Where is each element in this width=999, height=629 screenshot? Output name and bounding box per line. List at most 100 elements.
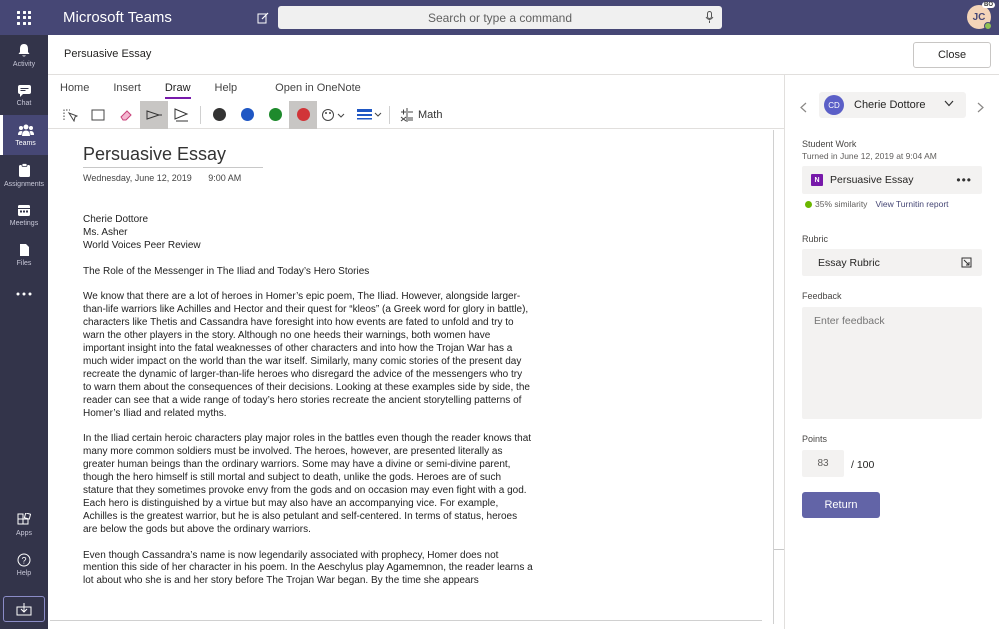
student-work-label: Student Work (802, 139, 857, 149)
student-selector[interactable]: CD Cherie Dottore (819, 92, 966, 118)
essay-title: The Role of the Messenger in The Iliad a… (83, 265, 370, 277)
essay-paragraph: Even though Cassandra’s name is now lege… (83, 549, 533, 587)
essay-paragraph: In the Iliad certain heroic characters p… (83, 433, 532, 535)
previous-student-icon[interactable] (800, 102, 807, 113)
points-label: Points (802, 434, 828, 444)
tab-home[interactable]: Home (48, 75, 101, 101)
essay-body[interactable]: Cherie Dottore Ms. Asher World Voices Pe… (83, 214, 533, 601)
search-placeholder: Search or type a command (427, 10, 573, 25)
chat-icon (17, 84, 31, 97)
scrollbar-thumb[interactable] (774, 130, 784, 550)
page-date: Wednesday, June 12, 2019 9:00 AM (83, 173, 255, 183)
color-swatch-green[interactable] (261, 101, 289, 129)
waffle-icon (17, 10, 31, 25)
microphone-icon[interactable] (705, 11, 714, 24)
color-swatch-black[interactable] (205, 101, 233, 129)
pen-tool-button[interactable] (140, 100, 168, 129)
turned-in-timestamp: Turned in June 12, 2019 at 9:04 AM (802, 151, 937, 161)
eraser-icon (120, 109, 132, 120)
rail-item-help[interactable]: ? Help (0, 545, 48, 585)
apps-icon (17, 513, 31, 525)
compose-icon (257, 12, 269, 23)
color-wheel-dropdown[interactable] (317, 101, 349, 129)
lasso-select-button[interactable] (84, 101, 112, 129)
compose-button[interactable] (248, 12, 278, 24)
tab-draw[interactable]: Draw (153, 75, 203, 101)
toolbar-separator (200, 105, 201, 124)
line-thickness-icon (357, 108, 382, 119)
color-dot (240, 108, 254, 121)
rail-label: Files (16, 260, 32, 267)
rubric-card[interactable]: Essay Rubric (802, 249, 982, 276)
points-max: / 100 (851, 459, 875, 471)
expand-icon[interactable] (961, 257, 972, 268)
chevron-down-icon (944, 100, 954, 107)
rail-item-files[interactable]: Files (0, 235, 48, 275)
highlighter-tool-button[interactable] (168, 101, 196, 129)
bell-icon (18, 43, 30, 56)
rail-item-assignments[interactable]: Assignments (0, 155, 48, 195)
color-dot (268, 108, 282, 121)
thickness-dropdown[interactable] (353, 101, 385, 129)
search-box[interactable]: Search or type a command (278, 6, 722, 29)
app-launcher-button[interactable] (0, 0, 48, 35)
user-initials: JC (972, 11, 986, 23)
user-badge: BO (982, 2, 995, 8)
page-date-value: Wednesday, June 12, 2019 (83, 173, 192, 183)
eraser-button[interactable] (112, 101, 140, 129)
rail-label: Meetings (9, 219, 39, 227)
close-button[interactable]: Close (913, 42, 991, 68)
help-icon: ? (17, 553, 31, 567)
next-student-icon[interactable] (977, 102, 984, 113)
more-icon (16, 292, 32, 295)
assignment-header: Persuasive Essay Close (48, 35, 999, 75)
rail-item-chat[interactable]: Chat (0, 75, 48, 115)
download-app-button[interactable] (3, 596, 45, 622)
submitted-file-card[interactable]: N Persuasive Essay ••• (802, 166, 982, 194)
header-title: Persuasive Essay (64, 48, 152, 60)
math-label: Math (418, 108, 443, 121)
file-icon (19, 244, 29, 256)
feedback-input[interactable] (814, 315, 964, 327)
presence-status-icon (984, 22, 992, 30)
more-apps-button[interactable] (0, 275, 48, 315)
tab-help[interactable]: Help (203, 75, 250, 101)
return-button[interactable]: Return (802, 492, 880, 518)
draw-toolbar: Math (48, 100, 785, 129)
rail-item-meetings[interactable]: Meetings (0, 195, 48, 235)
page-title[interactable]: Persuasive Essay (83, 144, 263, 168)
grading-panel: CD Cherie Dottore Student Work Turned in… (785, 75, 999, 629)
open-in-onenote-link[interactable]: Open in OneNote (263, 75, 373, 101)
user-avatar[interactable]: JC BO (967, 2, 995, 30)
page-time-value: 9:00 AM (208, 173, 242, 183)
turnitin-report-link[interactable]: View Turnitin report (875, 199, 948, 209)
more-options-icon[interactable]: ••• (956, 173, 972, 187)
onenote-icon: N (811, 174, 823, 186)
svg-text:?: ? (21, 556, 26, 566)
color-swatch-red[interactable] (289, 100, 317, 129)
rail-item-teams[interactable]: Teams (0, 115, 48, 155)
type-select-icon (63, 109, 78, 122)
toolbar-separator (389, 105, 390, 124)
points-input[interactable]: 83 (802, 450, 844, 477)
math-icon (400, 107, 413, 122)
color-wheel-icon (322, 108, 345, 121)
teams-icon (17, 124, 34, 136)
rail-item-apps[interactable]: Apps (0, 505, 48, 545)
tab-insert[interactable]: Insert (101, 75, 153, 101)
highlighter-icon (174, 107, 189, 121)
top-bar: Microsoft Teams Search or type a command… (0, 0, 999, 35)
essay-heading-block: Cherie Dottore Ms. Asher World Voices Pe… (83, 214, 533, 253)
rail-label: Chat (16, 99, 32, 107)
color-dot (212, 108, 226, 121)
student-name: Cherie Dottore (854, 99, 926, 111)
type-select-button[interactable] (56, 101, 84, 129)
feedback-area[interactable] (802, 307, 982, 419)
color-swatch-blue[interactable] (233, 101, 261, 129)
math-button[interactable]: Math (394, 101, 448, 129)
onenote-page[interactable]: Persuasive Essay Wednesday, June 12, 201… (48, 130, 773, 629)
color-dot (296, 108, 310, 121)
horizontal-scrollbar[interactable] (50, 620, 762, 621)
rubric-name: Essay Rubric (818, 256, 880, 269)
rail-item-activity[interactable]: Activity (0, 35, 48, 75)
